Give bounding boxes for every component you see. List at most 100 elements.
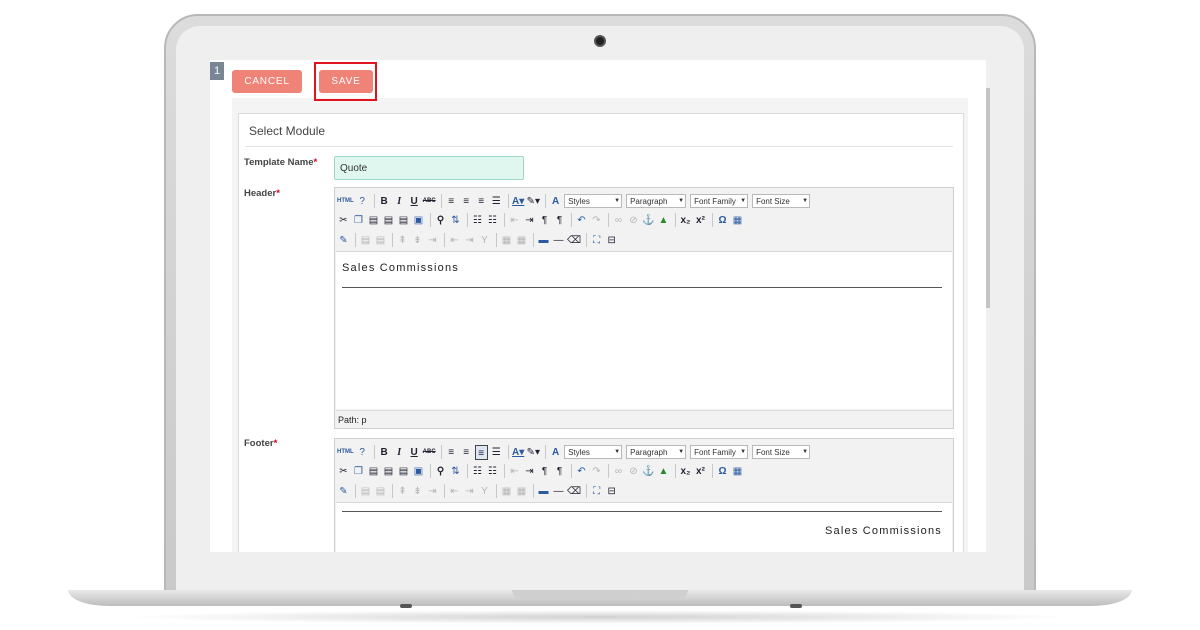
select-all-icon[interactable]: ▣ [412, 464, 425, 479]
cancel-button[interactable]: CANCEL [232, 70, 302, 93]
highlight-color-icon[interactable]: ✎▾ [527, 194, 540, 209]
edit-icon[interactable]: ✎ [337, 233, 350, 248]
replace-icon[interactable]: ⇅ [449, 213, 462, 228]
unlink-icon[interactable]: ⊘ [627, 213, 640, 228]
outdent-icon[interactable]: ⇤ [508, 464, 521, 479]
row-after-icon[interactable]: ⇟ [411, 484, 424, 499]
col-after-icon[interactable]: ⇥ [463, 484, 476, 499]
superscript-icon[interactable]: x² [694, 213, 707, 228]
link-icon[interactable]: ∞ [612, 464, 625, 479]
copy-icon[interactable]: ❐ [352, 213, 365, 228]
split-cells-icon[interactable]: ▦ [500, 233, 513, 248]
paste-text-icon[interactable]: ▤ [382, 464, 395, 479]
anchor-icon[interactable]: ⚓ [642, 213, 655, 228]
ltr-icon[interactable]: ¶ [538, 464, 551, 479]
link-icon[interactable]: ∞ [612, 213, 625, 228]
table-props-icon[interactable]: ▤ [359, 484, 372, 499]
help-icon[interactable]: ? [356, 445, 369, 460]
page-break-icon[interactable]: ⊟ [605, 233, 618, 248]
row-before-icon[interactable]: ⇞ [396, 484, 409, 499]
footer-edit-area[interactable]: Sales Commissions [336, 502, 952, 552]
bold-icon[interactable]: B [378, 445, 391, 460]
font-family-select[interactable]: Font Family ▼ [690, 194, 749, 208]
side-tab[interactable]: 1 [210, 62, 224, 80]
col-before-icon[interactable]: ⇤ [448, 484, 461, 499]
numbered-list-icon[interactable]: ☷ [486, 464, 499, 479]
split-cells-icon[interactable]: ▦ [500, 484, 513, 499]
rtl-icon[interactable]: ¶ [553, 213, 566, 228]
subscript-icon[interactable]: x₂ [679, 213, 692, 228]
redo-icon[interactable]: ↷ [590, 464, 603, 479]
html-source-icon[interactable]: HTML [337, 445, 354, 460]
highlight-color-icon[interactable]: ✎▾ [527, 445, 540, 460]
header-edit-area[interactable]: Sales Commissions [336, 251, 952, 409]
cell-props-icon[interactable]: ▤ [374, 484, 387, 499]
html-source-icon[interactable]: HTML [337, 194, 354, 209]
page-break-icon[interactable]: ⊟ [605, 484, 618, 499]
paragraph-select[interactable]: Paragraph ▼ [626, 194, 687, 208]
paste-word-icon[interactable]: ▤ [397, 213, 410, 228]
outdent-icon[interactable]: ⇤ [508, 213, 521, 228]
special-char-icon[interactable]: Ω [716, 464, 729, 479]
bullet-list-icon[interactable]: ☷ [471, 464, 484, 479]
col-after-icon[interactable]: ⇥ [463, 233, 476, 248]
delete-row-icon[interactable]: ⇥ [426, 233, 439, 248]
image-icon[interactable]: ▲ [657, 213, 670, 228]
subscript-icon[interactable]: x₂ [679, 464, 692, 479]
redo-icon[interactable]: ↷ [590, 213, 603, 228]
paste-word-icon[interactable]: ▤ [397, 464, 410, 479]
special-char-icon[interactable]: Ω [716, 213, 729, 228]
align-justify-icon[interactable]: ☰ [490, 445, 503, 460]
align-left-icon[interactable]: ≡ [445, 194, 458, 209]
paragraph-select[interactable]: Paragraph ▼ [626, 445, 687, 459]
merge-cells-icon[interactable]: ▦ [515, 484, 528, 499]
text-color-icon[interactable]: A▾ [512, 194, 525, 209]
ltr-icon[interactable]: ¶ [538, 213, 551, 228]
visual-aid-icon[interactable]: ▬ [537, 233, 550, 248]
rtl-icon[interactable]: ¶ [553, 464, 566, 479]
delete-row-icon[interactable]: ⇥ [426, 484, 439, 499]
undo-icon[interactable]: ↶ [575, 213, 588, 228]
cell-props-icon[interactable]: ▤ [374, 233, 387, 248]
align-left-icon[interactable]: ≡ [445, 445, 458, 460]
remove-format-icon[interactable]: A [549, 194, 562, 209]
remove-format-icon[interactable]: A [549, 445, 562, 460]
delete-col-icon[interactable]: Y [478, 233, 491, 248]
underline-icon[interactable]: U [408, 445, 421, 460]
table-icon[interactable]: ▦ [731, 213, 744, 228]
bullet-list-icon[interactable]: ☷ [471, 213, 484, 228]
template-name-input[interactable] [334, 156, 524, 180]
select-all-icon[interactable]: ▣ [412, 213, 425, 228]
paste-icon[interactable]: ▤ [367, 213, 380, 228]
indent-icon[interactable]: ⇥ [523, 464, 536, 479]
horizontal-rule-icon[interactable]: — [552, 233, 565, 248]
font-family-select[interactable]: Font Family ▼ [690, 445, 749, 459]
strikethrough-icon[interactable]: ABC [423, 194, 436, 209]
undo-icon[interactable]: ↶ [575, 464, 588, 479]
row-before-icon[interactable]: ⇞ [396, 233, 409, 248]
find-icon[interactable]: ⚲ [434, 213, 447, 228]
cut-icon[interactable]: ✂ [337, 213, 350, 228]
row-after-icon[interactable]: ⇟ [411, 233, 424, 248]
text-color-icon[interactable]: A▾ [512, 445, 525, 460]
align-justify-icon[interactable]: ☰ [490, 194, 503, 209]
eraser-icon[interactable]: ⌫ [567, 484, 581, 499]
find-icon[interactable]: ⚲ [434, 464, 447, 479]
delete-col-icon[interactable]: Y [478, 484, 491, 499]
paste-icon[interactable]: ▤ [367, 464, 380, 479]
scrollbar-thumb[interactable] [986, 88, 990, 308]
indent-icon[interactable]: ⇥ [523, 213, 536, 228]
strikethrough-icon[interactable]: ABC [423, 445, 436, 460]
underline-icon[interactable]: U [408, 194, 421, 209]
numbered-list-icon[interactable]: ☷ [486, 213, 499, 228]
italic-icon[interactable]: I [393, 445, 406, 460]
visual-aid-icon[interactable]: ▬ [537, 484, 550, 499]
replace-icon[interactable]: ⇅ [449, 464, 462, 479]
paste-text-icon[interactable]: ▤ [382, 213, 395, 228]
edit-icon[interactable]: ✎ [337, 484, 350, 499]
table-props-icon[interactable]: ▤ [359, 233, 372, 248]
anchor-icon[interactable]: ⚓ [642, 464, 655, 479]
table-icon[interactable]: ▦ [731, 464, 744, 479]
styles-select[interactable]: Styles ▼ [564, 445, 623, 459]
merge-cells-icon[interactable]: ▦ [515, 233, 528, 248]
